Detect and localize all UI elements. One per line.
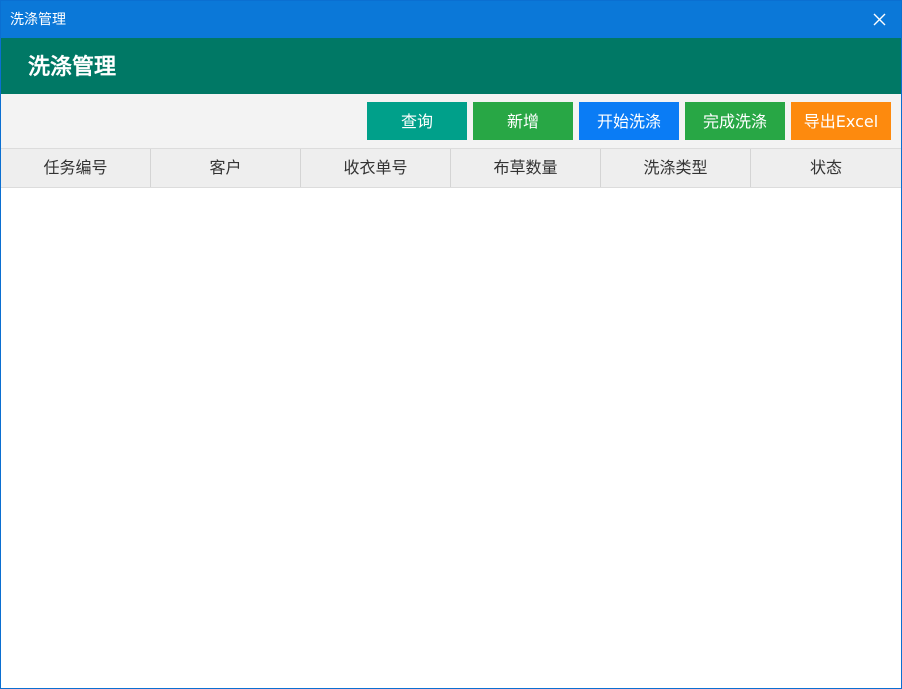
column-header-linen-quantity[interactable]: 布草数量: [451, 149, 601, 187]
export-excel-button[interactable]: 导出Excel: [791, 102, 891, 140]
window-title: 洗涤管理: [10, 12, 66, 28]
page-header: 洗涤管理: [1, 38, 901, 94]
table-header: 任务编号 客户 收衣单号 布草数量 洗涤类型 状态: [1, 148, 901, 188]
query-button[interactable]: 查询: [367, 102, 467, 140]
add-button[interactable]: 新增: [473, 102, 573, 140]
start-wash-button[interactable]: 开始洗涤: [579, 102, 679, 140]
finish-wash-button[interactable]: 完成洗涤: [685, 102, 785, 140]
table-body[interactable]: [1, 188, 901, 688]
column-header-customer[interactable]: 客户: [151, 149, 301, 187]
wash-management-window: 洗涤管理 洗涤管理 查询 新增 开始洗涤 完成洗涤 导出Excel 任务编号 客…: [0, 0, 902, 689]
column-header-status[interactable]: 状态: [751, 149, 901, 187]
toolbar: 查询 新增 开始洗涤 完成洗涤 导出Excel: [1, 94, 901, 148]
column-header-receipt-no[interactable]: 收衣单号: [301, 149, 451, 187]
window-titlebar[interactable]: 洗涤管理: [1, 1, 901, 38]
column-header-task-id[interactable]: 任务编号: [1, 149, 151, 187]
page-title: 洗涤管理: [28, 55, 117, 80]
column-header-wash-type[interactable]: 洗涤类型: [601, 149, 751, 187]
close-button[interactable]: [859, 1, 901, 38]
close-icon: [873, 13, 886, 26]
